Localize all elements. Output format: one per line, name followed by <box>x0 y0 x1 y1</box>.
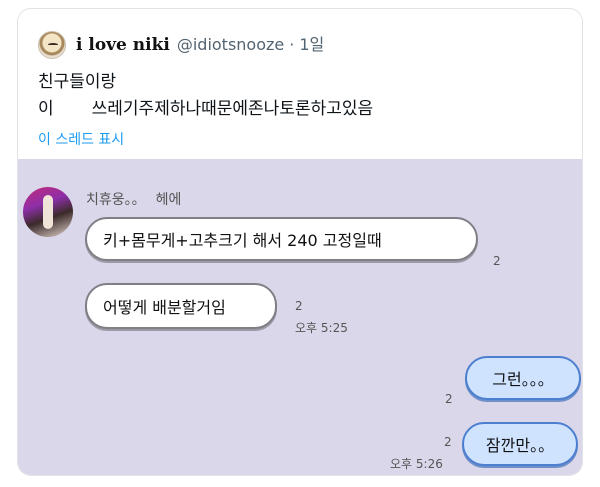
tweet-text-line2-rest: 쓰레기주제하나때문에존나토론하고있음 <box>91 99 374 119</box>
message-time: 오후 5:26 <box>390 457 443 471</box>
read-count: 2 <box>444 435 452 449</box>
display-name[interactable]: i love niki <box>76 35 170 55</box>
chat-bubble-incoming: 어떻게 배분할거임 <box>85 283 277 329</box>
read-count: 2 <box>445 392 453 406</box>
separator-dot: · <box>289 35 295 54</box>
contact-photo-icon <box>23 187 73 237</box>
sender-greeting: 헤에 <box>155 192 182 208</box>
tweet-card: i love niki @idiotsnooze · 1일 친구들이랑 이 쓰레기… <box>17 8 583 476</box>
tweet-author-line: i love niki @idiotsnooze · 1일 <box>76 31 324 55</box>
read-count: 2 <box>493 254 501 268</box>
tweet-text-line2-start: 이 <box>38 99 54 119</box>
tweet-header: i love niki @idiotsnooze · 1일 친구들이랑 이 쓰레기… <box>18 9 582 159</box>
chat-sender: 치휴웅。。 헤에 <box>86 189 181 209</box>
chat-bubble-incoming: 키+몸무게+고추크기 해서 240 고정일때 <box>85 217 478 261</box>
tweet-text-line1: 친구들이랑 <box>38 72 117 92</box>
chat-bubble-outgoing: 잠깐만。。 <box>462 422 578 466</box>
tweet-time[interactable]: 1일 <box>299 31 324 55</box>
read-count: 2 <box>295 299 303 313</box>
show-thread-link[interactable]: 이 스레드 표시 <box>38 129 124 149</box>
chat-bubble-outgoing: 그런。。。 <box>465 356 581 400</box>
message-time: 오후 5:25 <box>295 321 348 335</box>
tweet-text: 친구들이랑 이 쓰레기주제하나때문에존나토론하고있음 <box>38 69 373 123</box>
sender-name: 치휴웅。。 <box>86 192 146 208</box>
user-handle[interactable]: @idiotsnooze <box>177 35 284 54</box>
chat-screenshot: 치휴웅。。 헤에 키+몸무게+고추크기 해서 240 고정일때 2 어떻게 배분할… <box>18 159 582 475</box>
profile-avatar-icon[interactable] <box>38 31 66 59</box>
tweet-text-line2: 이 쓰레기주제하나때문에존나토론하고있음 <box>38 96 373 123</box>
